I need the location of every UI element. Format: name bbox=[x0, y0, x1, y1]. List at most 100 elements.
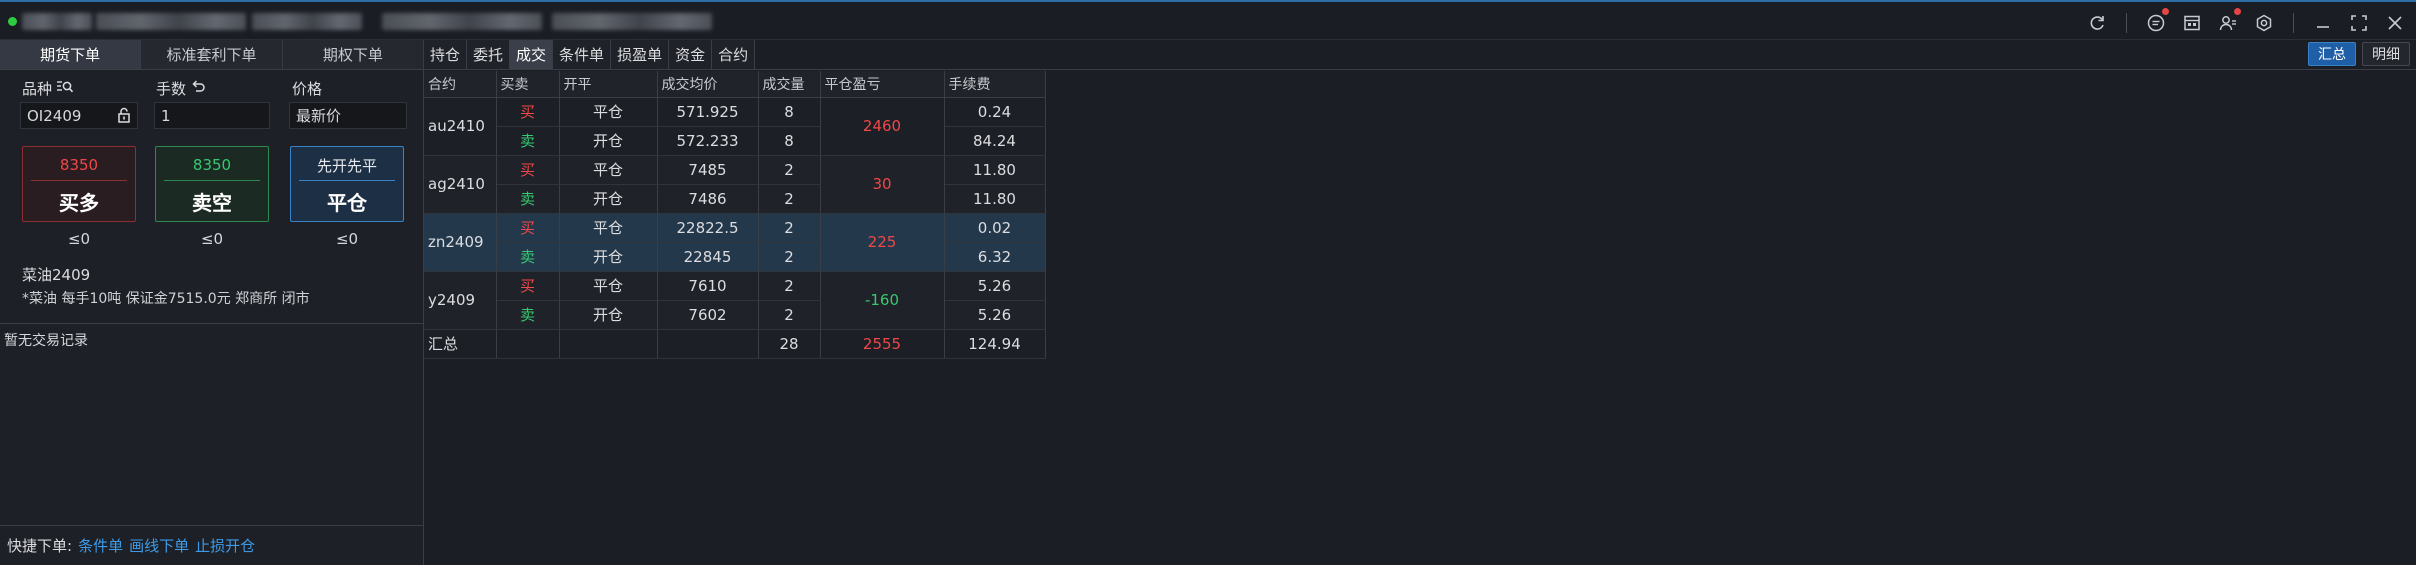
offset-cell: 开仓 bbox=[559, 242, 658, 272]
side-cell: 卖 bbox=[496, 242, 560, 272]
sell-limit: ≤0 bbox=[200, 230, 224, 248]
buy-limit: ≤0 bbox=[67, 230, 91, 248]
settings-icon[interactable] bbox=[2251, 10, 2277, 36]
blurred-account-info bbox=[552, 13, 712, 30]
tab-orders[interactable]: 委托 bbox=[467, 40, 511, 69]
title-bar bbox=[0, 0, 2416, 40]
symbol-cell: au2410 bbox=[424, 97, 497, 156]
lock-icon[interactable] bbox=[117, 107, 131, 127]
symbol-cell: zn2409 bbox=[424, 213, 497, 272]
table-row[interactable]: 卖开仓 22845 2 6.32 bbox=[424, 242, 1046, 272]
symbol-cell: ag2410 bbox=[424, 155, 497, 214]
close-position-button[interactable]: 先开先平 平仓 bbox=[290, 146, 404, 222]
tab-positions[interactable]: 持仓 bbox=[424, 40, 468, 69]
close-icon[interactable] bbox=[2382, 10, 2408, 36]
trades-table: 合约 买卖 开平 成交均价 成交量 平仓盈亏 手续费 au2410 买平仓 571.… bbox=[424, 71, 1046, 359]
tab-funds[interactable]: 资金 bbox=[669, 40, 713, 69]
volume-cell: 2 bbox=[758, 242, 821, 272]
sell-short-button[interactable]: 8350 卖空 bbox=[155, 146, 269, 222]
table-row[interactable]: au2410 买平仓 571.925 8 2460 0.24 bbox=[424, 97, 1046, 156]
tab-stop-orders[interactable]: 损盈单 bbox=[611, 40, 670, 69]
side-cell: 买 bbox=[496, 155, 560, 185]
fee-cell: 11.80 bbox=[944, 155, 1046, 185]
avg-price-cell: 7610 bbox=[657, 271, 759, 301]
lots-label: 手数 bbox=[156, 78, 206, 99]
offset-cell: 平仓 bbox=[559, 97, 658, 127]
fee-cell: 5.26 bbox=[944, 271, 1046, 301]
tab-contracts[interactable]: 合约 bbox=[712, 40, 756, 69]
table-row[interactable]: 卖开仓 7602 2 5.26 bbox=[424, 300, 1046, 330]
volume-cell: 2 bbox=[758, 271, 821, 301]
fee-cell: 84.24 bbox=[944, 126, 1046, 156]
table-row[interactable]: zn2409 买平仓 22822.5 2 225 0.02 bbox=[424, 213, 1046, 272]
blurred-account-info bbox=[22, 13, 92, 30]
close-mode-hint: 先开先平 bbox=[316, 156, 377, 175]
trade-panel: 持仓 委托 成交 条件单 损盈单 资金 合约 汇总 明细 合约 买卖 开平 成交… bbox=[424, 40, 2416, 565]
col-header-side[interactable]: 买卖 bbox=[496, 71, 560, 98]
table-row[interactable]: ag2410 买平仓 7485 2 30 11.80 bbox=[424, 155, 1046, 214]
total-row[interactable]: 汇总 28 2555 124.94 bbox=[424, 329, 1046, 359]
offset-cell: 开仓 bbox=[559, 184, 658, 214]
tab-conditional-orders[interactable]: 条件单 bbox=[553, 40, 612, 69]
offset-cell: 开仓 bbox=[559, 300, 658, 330]
minimize-icon[interactable] bbox=[2310, 10, 2336, 36]
fee-cell: 0.02 bbox=[944, 213, 1046, 243]
buy-long-label: 买多 bbox=[59, 191, 99, 215]
notification-dot bbox=[2162, 8, 2169, 15]
price-select[interactable]: 最新价 bbox=[289, 102, 407, 129]
offset-cell: 平仓 bbox=[559, 213, 658, 243]
fee-cell: 6.32 bbox=[944, 242, 1046, 272]
volume-cell: 2 bbox=[758, 213, 821, 243]
tab-spread-order[interactable]: 标准套利下单 bbox=[141, 40, 283, 69]
close-pnl-cell: 225 bbox=[820, 213, 945, 272]
refresh-icon[interactable] bbox=[2084, 10, 2110, 36]
avg-price-cell: 7486 bbox=[657, 184, 759, 214]
message-icon[interactable] bbox=[2143, 8, 2169, 36]
table-header-row: 合约 买卖 开平 成交均价 成交量 平仓盈亏 手续费 bbox=[424, 71, 1046, 98]
buy-price: 8350 bbox=[59, 156, 99, 174]
side-cell: 卖 bbox=[496, 184, 560, 214]
total-volume: 28 bbox=[758, 329, 821, 359]
total-label: 汇总 bbox=[424, 329, 497, 359]
user-settings-icon[interactable] bbox=[2215, 8, 2241, 36]
blurred-account-info bbox=[96, 13, 246, 30]
search-list-icon[interactable] bbox=[56, 79, 74, 99]
close-limit: ≤0 bbox=[335, 230, 359, 248]
price-label: 价格 bbox=[292, 80, 323, 98]
contract-info: *菜油 每手10吨 保证金7515.0元 郑商所 闭市 bbox=[22, 291, 310, 307]
conditional-order-link[interactable]: 条件单 bbox=[78, 535, 123, 556]
detail-view-button[interactable]: 明细 bbox=[2362, 42, 2410, 66]
volume-cell: 2 bbox=[758, 155, 821, 185]
symbol-input[interactable]: OI2409 bbox=[20, 102, 138, 129]
offset-cell: 平仓 bbox=[559, 271, 658, 301]
summary-view-button[interactable]: 汇总 bbox=[2308, 42, 2356, 66]
col-header-close-pnl[interactable]: 平仓盈亏 bbox=[820, 71, 945, 98]
table-row[interactable]: 卖开仓 572.233 8 84.24 bbox=[424, 126, 1046, 156]
total-fee: 124.94 bbox=[944, 329, 1046, 359]
buy-long-button[interactable]: 8350 买多 bbox=[22, 146, 136, 222]
fullscreen-icon[interactable] bbox=[2346, 10, 2372, 36]
blurred-account-info bbox=[252, 13, 362, 30]
calendar-icon[interactable] bbox=[2179, 10, 2205, 36]
draw-line-order-link[interactable]: 画线下单 bbox=[129, 535, 189, 556]
reset-icon[interactable] bbox=[190, 79, 206, 99]
tab-options-order[interactable]: 期权下单 bbox=[282, 40, 424, 69]
lots-input[interactable]: 1 bbox=[154, 102, 270, 129]
table-row[interactable]: y2409 买平仓 7610 2 -160 5.26 bbox=[424, 271, 1046, 330]
col-header-offset[interactable]: 开平 bbox=[559, 71, 658, 98]
side-cell: 买 bbox=[496, 213, 560, 243]
col-header-avg-price[interactable]: 成交均价 bbox=[657, 71, 759, 98]
no-trade-record-text: 暂无交易记录 bbox=[4, 333, 88, 349]
trade-tabs: 持仓 委托 成交 条件单 损盈单 资金 合约 bbox=[424, 40, 756, 70]
close-pnl-cell: 2460 bbox=[820, 97, 945, 156]
col-header-symbol[interactable]: 合约 bbox=[424, 71, 497, 98]
quick-order-bar: 快捷下单: 条件单 画线下单 止损开仓 bbox=[0, 525, 424, 565]
tab-futures-order[interactable]: 期货下单 bbox=[0, 40, 142, 69]
stop-loss-open-link[interactable]: 止损开仓 bbox=[195, 535, 255, 556]
table-row[interactable]: 卖开仓 7486 2 11.80 bbox=[424, 184, 1046, 214]
col-header-fee[interactable]: 手续费 bbox=[944, 71, 1046, 98]
close-position-label: 平仓 bbox=[327, 191, 367, 215]
side-cell: 买 bbox=[496, 97, 560, 127]
tab-trades[interactable]: 成交 bbox=[510, 40, 554, 69]
col-header-volume[interactable]: 成交量 bbox=[758, 71, 821, 98]
